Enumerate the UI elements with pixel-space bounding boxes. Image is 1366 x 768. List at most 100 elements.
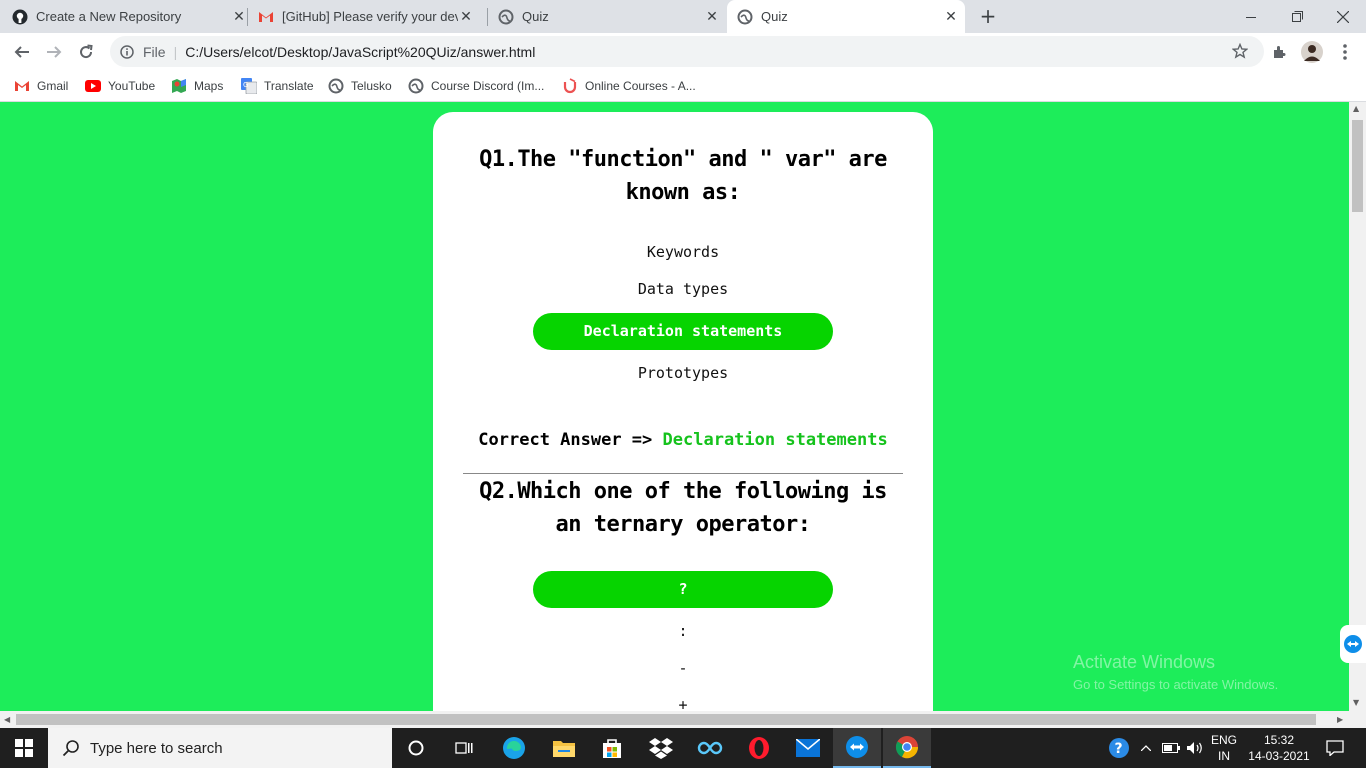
bookmark-label: YouTube (108, 79, 156, 93)
windows-taskbar: Type here to search ? ENG IN 15:32 14-03… (0, 728, 1366, 768)
globe-icon (737, 9, 753, 25)
scroll-down-icon[interactable]: ▼ (1353, 698, 1359, 707)
chrome-icon[interactable] (883, 728, 931, 768)
scheme-label: File (143, 43, 166, 60)
clock-time: 15:32 (1263, 733, 1295, 747)
menu-icon[interactable] (1334, 41, 1356, 63)
q2-option-question-mark[interactable]: ? (533, 571, 833, 608)
bookmark-label: Online Courses - A... (585, 79, 696, 93)
restore-icon[interactable] (1274, 0, 1320, 33)
tab-quiz[interactable]: Quiz ✕ (498, 0, 720, 33)
svg-text:G: G (243, 81, 248, 89)
url-text[interactable]: C:/Users/elcot/Desktop/JavaScript%20QUiz… (185, 44, 535, 60)
info-icon[interactable] (119, 44, 135, 60)
minimize-icon[interactable] (1228, 0, 1274, 33)
bookmark-label: Course Discord (Im... (431, 79, 545, 93)
mail-icon[interactable] (784, 728, 832, 768)
udemy-icon (562, 78, 578, 94)
page-viewport: Q1.The "function" and " var" are known a… (0, 102, 1349, 711)
bookmark-maps[interactable]: Maps (171, 76, 223, 96)
back-icon[interactable] (10, 40, 34, 64)
quiz-card: Q1.The "function" and " var" are known a… (433, 112, 933, 711)
reload-icon[interactable] (74, 40, 98, 64)
region-code: IN (1218, 749, 1230, 763)
scroll-up-icon[interactable]: ▲ (1353, 104, 1359, 113)
tab-quiz-active[interactable]: Quiz ✕ (727, 0, 965, 33)
vertical-scroll-thumb[interactable] (1352, 120, 1363, 212)
volume-icon[interactable] (1184, 728, 1206, 768)
new-tab-button[interactable]: + (977, 4, 999, 28)
q1-option-data-types[interactable]: Data types (533, 271, 833, 308)
bookmark-gmail[interactable]: Gmail (14, 76, 68, 96)
teamviewer-icon[interactable] (833, 728, 881, 768)
file-explorer-icon[interactable] (540, 728, 588, 768)
close-tab-icon[interactable]: ✕ (704, 8, 720, 25)
task-view-icon[interactable] (440, 728, 488, 768)
avatar[interactable] (1301, 41, 1323, 63)
search-placeholder: Type here to search (90, 739, 223, 757)
tab-separator (487, 8, 488, 26)
q2-option-colon[interactable]: : (533, 613, 833, 650)
cortana-icon[interactable] (392, 728, 440, 768)
horizontal-scroll-thumb[interactable] (16, 714, 1316, 725)
bookmark-label: Translate (264, 79, 314, 93)
q1-option-prototypes[interactable]: Prototypes (533, 355, 833, 392)
help-icon[interactable]: ? (1104, 728, 1134, 768)
gmail-icon (258, 9, 274, 25)
address-divider: | (173, 43, 178, 60)
tab-title: [GitHub] Please verify your device (282, 9, 458, 24)
opera-icon[interactable] (735, 728, 783, 768)
close-window-icon[interactable] (1320, 0, 1366, 33)
clock-date: 14-03-2021 (1248, 749, 1310, 763)
bookmark-youtube[interactable]: YouTube (85, 76, 155, 96)
q2-option-plus[interactable]: + (533, 687, 833, 711)
bookmark-label: Gmail (37, 79, 69, 93)
q1-correct-answer: Correct Answer => Declaration statements (463, 430, 903, 450)
question-1-text: Q1.The "function" and " var" are known a… (479, 147, 887, 205)
tab-title: Create a New Repository (36, 9, 182, 24)
scroll-right-icon[interactable]: ▶ (1337, 715, 1343, 724)
chevron-up-icon[interactable] (1136, 728, 1156, 768)
bookmark-telusko[interactable]: Telusko (328, 76, 392, 96)
activate-windows-watermark: Activate Windows Go to Settings to activ… (1073, 652, 1278, 695)
taskbar-search-box[interactable]: Type here to search (48, 728, 392, 768)
battery-icon[interactable] (1160, 728, 1182, 768)
q1-option-keywords[interactable]: Keywords (533, 234, 833, 271)
vertical-scrollbar[interactable]: ▲ ▼ (1349, 102, 1366, 711)
globe-icon (408, 78, 424, 94)
tab-create-repository[interactable]: Create a New Repository ✕ (12, 0, 247, 33)
language-indicator[interactable]: ENG IN (1208, 728, 1240, 768)
q2-option-minus[interactable]: - (533, 650, 833, 687)
notifications-icon[interactable] (1320, 728, 1350, 768)
dropbox-icon[interactable] (637, 728, 685, 768)
browser-toolbar: File | C:/Users/elcot/Desktop/JavaScript… (0, 33, 1366, 70)
tab-title: Quiz (761, 9, 788, 24)
teamviewer-side-icon[interactable] (1340, 625, 1366, 663)
bookmark-star-icon[interactable] (1231, 42, 1249, 62)
edge-icon[interactable] (490, 728, 538, 768)
address-bar[interactable]: File | C:/Users/elcot/Desktop/JavaScript… (110, 36, 1264, 67)
infinity-app-icon[interactable] (686, 728, 734, 768)
tab-separator (247, 8, 248, 26)
extensions-icon[interactable] (1268, 41, 1290, 63)
question-2-text: Q2.Which one of the following is an tern… (479, 479, 887, 537)
close-tab-icon[interactable]: ✕ (943, 8, 959, 25)
search-icon (62, 740, 79, 757)
tab-strip: Create a New Repository ✕ [GitHub] Pleas… (0, 0, 1366, 33)
forward-icon[interactable] (42, 40, 66, 64)
close-tab-icon[interactable]: ✕ (231, 8, 247, 25)
screen: Create a New Repository ✕ [GitHub] Pleas… (0, 0, 1366, 768)
gmail-icon (14, 78, 30, 94)
clock[interactable]: 15:32 14-03-2021 (1242, 728, 1316, 768)
horizontal-scrollbar[interactable]: ◀ ▶ (0, 711, 1366, 728)
q1-option-declaration-statements[interactable]: Declaration statements (533, 313, 833, 350)
maps-icon (171, 78, 187, 94)
close-tab-icon[interactable]: ✕ (458, 8, 474, 25)
windows-start-icon[interactable] (0, 728, 48, 768)
tab-github-verify[interactable]: [GitHub] Please verify your device ✕ (258, 0, 486, 33)
scroll-left-icon[interactable]: ◀ (4, 715, 10, 724)
store-icon[interactable] (588, 728, 636, 768)
bookmark-online-courses[interactable]: Online Courses - A... (562, 76, 696, 96)
bookmark-course-discord[interactable]: Course Discord (Im... (408, 76, 544, 96)
bookmark-translate[interactable]: G Translate (241, 76, 314, 96)
